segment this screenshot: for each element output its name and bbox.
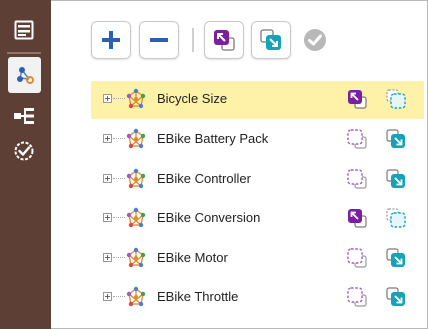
expand-toggle[interactable] [103, 292, 112, 301]
sidebar-item-validate[interactable] [6, 133, 42, 169]
network-node-icon [126, 247, 146, 268]
network-node-icon [126, 128, 146, 149]
tree-connector [113, 257, 125, 258]
tree-connector [113, 98, 125, 99]
tree-row[interactable]: EBike Throttle [91, 279, 424, 317]
plus-icon [102, 31, 120, 49]
row-label: EBike Motor [157, 250, 228, 265]
network-node-icon [126, 207, 146, 228]
sidebar-divider [7, 52, 41, 54]
tree-connector [113, 217, 125, 218]
toolbar-divider [192, 28, 194, 52]
move-up-left-button[interactable] [204, 21, 244, 59]
arrow-up-left-icon[interactable] [346, 128, 368, 150]
arrow-down-right-icon[interactable] [385, 168, 407, 190]
tree-row[interactable]: EBike Conversion [91, 200, 424, 238]
tree-row[interactable]: EBike Motor [91, 240, 424, 278]
add-button[interactable] [91, 21, 131, 59]
check-badge-icon [14, 141, 34, 161]
arrow-up-left-icon[interactable] [346, 247, 368, 269]
arrow-down-right-icon[interactable] [385, 247, 407, 269]
relations-icon [16, 67, 34, 84]
row-label: EBike Controller [157, 171, 251, 186]
sidebar-item-rules[interactable] [8, 57, 41, 93]
remove-button[interactable] [139, 21, 179, 59]
hierarchy-icon [14, 108, 34, 124]
sidebar [0, 0, 51, 329]
row-label: EBike Conversion [157, 210, 261, 225]
sidebar-item-hierarchy[interactable] [6, 98, 42, 134]
arrow-up-left-icon [214, 30, 235, 51]
expand-toggle[interactable] [103, 213, 112, 222]
row-label: Bicycle Size [157, 91, 228, 106]
tree-connector [113, 178, 125, 179]
arrow-up-left-icon[interactable] [346, 88, 368, 110]
network-node-icon [126, 286, 146, 307]
sidebar-item-form[interactable] [6, 12, 42, 48]
arrow-up-left-icon[interactable] [346, 168, 368, 190]
arrow-down-right-icon[interactable] [385, 88, 407, 110]
arrow-down-right-icon[interactable] [385, 286, 407, 308]
expand-toggle[interactable] [103, 94, 112, 103]
tree-row[interactable]: Bicycle Size [91, 81, 424, 119]
tree-connector [113, 138, 125, 139]
arrow-down-right-icon[interactable] [385, 207, 407, 229]
network-node-icon [126, 168, 146, 189]
tree-row[interactable]: EBike Battery Pack [91, 121, 424, 159]
move-down-right-button[interactable] [251, 21, 291, 59]
tree-connector [113, 296, 125, 297]
arrow-down-right-icon[interactable] [385, 128, 407, 150]
minus-icon [150, 38, 168, 42]
arrow-up-left-icon[interactable] [346, 286, 368, 308]
row-label: EBike Battery Pack [157, 131, 269, 146]
network-node-icon [126, 88, 146, 109]
arrow-down-right-icon [260, 29, 281, 50]
expand-toggle[interactable] [103, 174, 112, 183]
tree-row[interactable]: EBike Controller [91, 161, 424, 199]
row-label: EBike Throttle [157, 289, 239, 304]
form-icon [14, 20, 34, 40]
confirm-button[interactable] [302, 27, 328, 53]
check-circle-icon [304, 29, 326, 51]
expand-toggle[interactable] [103, 253, 112, 262]
expand-toggle[interactable] [103, 134, 112, 143]
arrow-up-left-icon[interactable] [346, 207, 368, 229]
